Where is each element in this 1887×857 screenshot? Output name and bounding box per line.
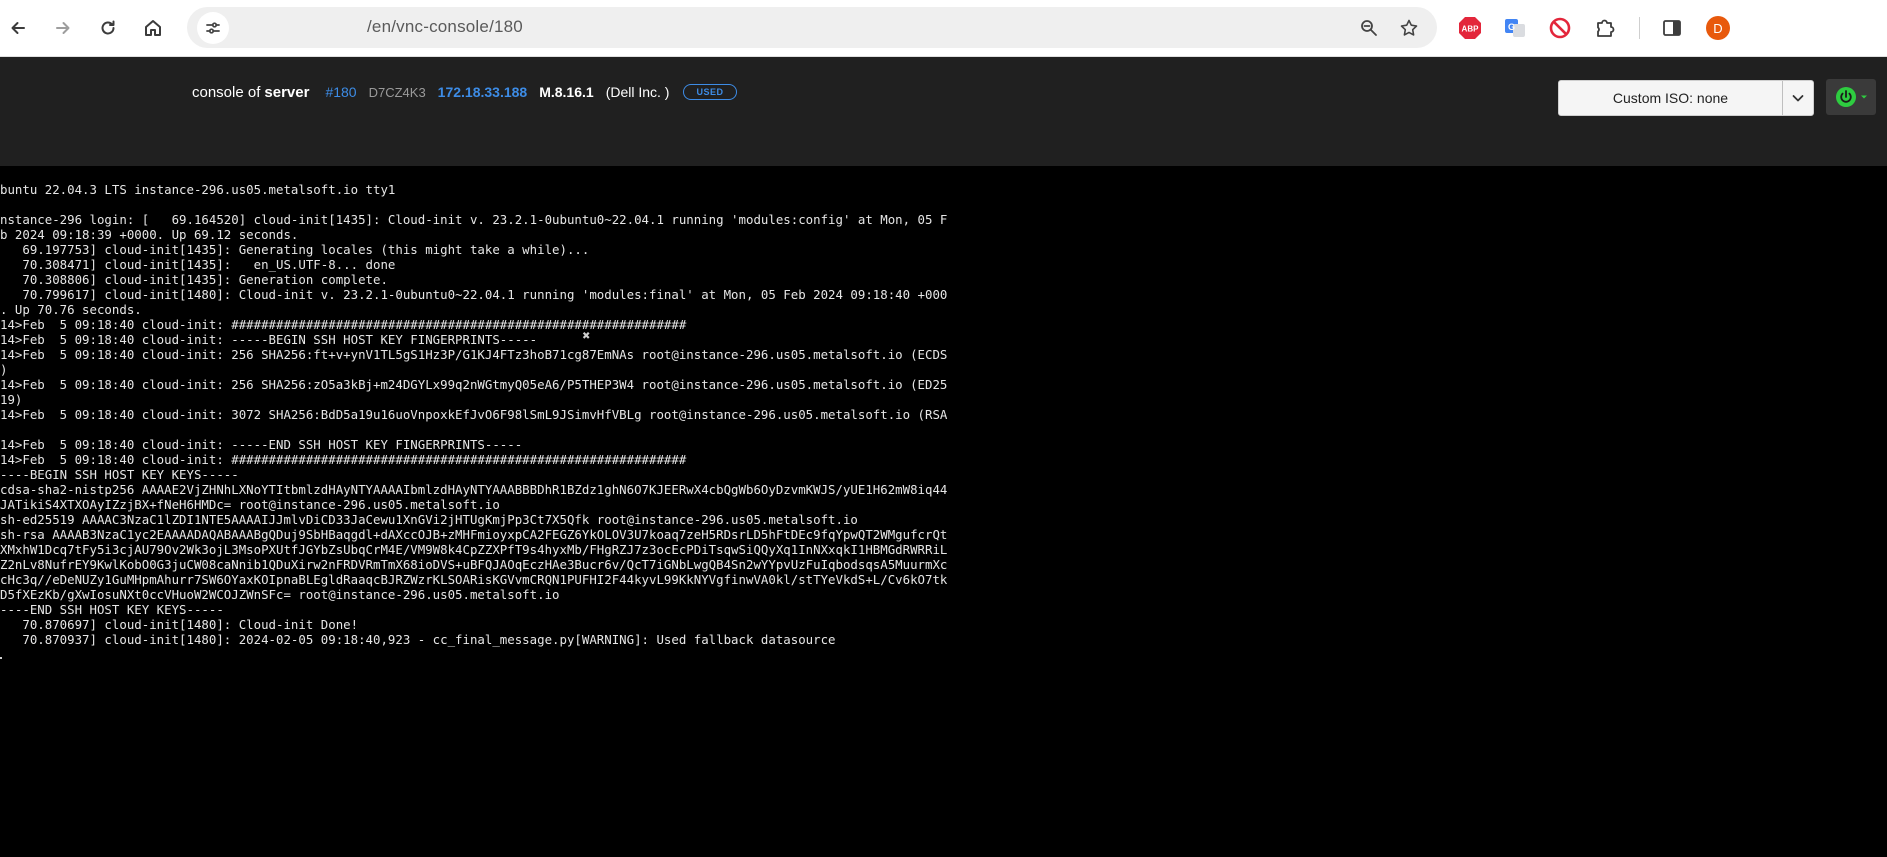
address-bar[interactable]: /en/vnc-console/180 xyxy=(187,7,1437,48)
terminal-line: 14>Feb 5 09:18:40 cloud-init: ##########… xyxy=(0,317,687,332)
adblock-label: ABP xyxy=(1462,25,1480,34)
terminal-line: sh-ed25519 AAAAC3NzaC1lZDI1NTE5AAAAIJJml… xyxy=(0,512,858,527)
terminal-line: 70.870697] cloud-init[1480]: Cloud-init … xyxy=(0,617,359,632)
blocker-extension[interactable] xyxy=(1544,12,1576,44)
firmware-version: M.8.16.1 xyxy=(539,84,594,100)
arrow-right-icon xyxy=(56,22,70,34)
server-id-link[interactable]: #180 xyxy=(325,84,356,100)
extensions-button[interactable] xyxy=(1589,12,1621,44)
profile-button[interactable]: D xyxy=(1702,12,1734,44)
abp-icon: ABP xyxy=(1459,17,1481,39)
star-icon xyxy=(1400,19,1418,36)
terminal-line: nstance-296 login: [ 69.164520] cloud-in… xyxy=(0,212,948,227)
terminal-line: b 2024 09:18:39 +0000. Up 69.12 seconds. xyxy=(0,227,299,242)
zoom-button[interactable] xyxy=(1353,12,1385,44)
side-panel-button[interactable] xyxy=(1656,12,1688,44)
reload-button[interactable] xyxy=(92,12,124,44)
avatar: D xyxy=(1706,16,1730,40)
custom-iso-select[interactable]: Custom ISO: none xyxy=(1558,80,1814,116)
reload-icon xyxy=(101,20,115,35)
terminal-line: 14>Feb 5 09:18:40 cloud-init: -----END S… xyxy=(0,437,523,452)
back-button[interactable] xyxy=(2,12,34,44)
tune-icon xyxy=(206,22,220,34)
forward-button[interactable] xyxy=(47,12,79,44)
server-vendor: (Dell Inc. ) xyxy=(605,84,670,100)
terminal-cursor xyxy=(0,657,2,659)
arrow-left-icon xyxy=(11,22,25,34)
terminal-line: XMxhW1Dcq7tFy5i3cjAU79Ov2Wk3ojL3MsoPXUtf… xyxy=(0,542,948,557)
terminal-line: buntu 22.04.3 LTS instance-296.us05.meta… xyxy=(0,182,396,197)
terminal-line: cHc3q//eDeNUZy1GuMHpmAhurr7SW6OYaxKOIpna… xyxy=(0,572,948,587)
terminal-line: Z2nLv8NufrEY9KwlKobO0G3juCW08caNnib1QDuX… xyxy=(0,557,948,572)
power-icon xyxy=(1835,87,1856,107)
terminal-line: ----END SSH HOST KEY KEYS----- xyxy=(0,602,224,617)
console-header: console of server #180 D7CZ4K3 172.18.33… xyxy=(0,57,1887,166)
home-icon xyxy=(145,20,161,36)
terminal-line: 14>Feb 5 09:18:40 cloud-init: -----BEGIN… xyxy=(0,332,538,347)
terminal-line: JATikiS4XTXOAyIZzjBX+fNeH6HMDc= root@ins… xyxy=(0,497,500,512)
terminal-line: sh-rsa AAAAB3NzaC1yc2EAAAADAQABAAABgQDuj… xyxy=(0,527,948,542)
home-button[interactable] xyxy=(137,12,169,44)
terminal-line: 14>Feb 5 09:18:40 cloud-init: ##########… xyxy=(0,452,687,467)
caret-down-icon xyxy=(1860,95,1867,99)
terminal-line: 70.308806] cloud-init[1435]: Generation … xyxy=(0,272,388,287)
svg-text:G: G xyxy=(1508,22,1515,32)
title-prefix: console of xyxy=(192,83,261,101)
terminal-line: cdsa-sha2-nistp256 AAAAE2VjZHNhLXNoYTItb… xyxy=(0,482,948,497)
power-button[interactable] xyxy=(1826,79,1876,115)
server-serial: D7CZ4K3 xyxy=(368,84,426,100)
bookmark-button[interactable] xyxy=(1393,12,1425,44)
console-title: console of server #180 D7CZ4K3 172.18.33… xyxy=(192,82,737,102)
chevron-down-icon xyxy=(1783,91,1813,105)
title-entity: server xyxy=(264,83,310,101)
terminal-line: 14>Feb 5 09:18:40 cloud-init: 256 SHA256… xyxy=(0,377,948,392)
browser-toolbar: /en/vnc-console/180 ABP G D xyxy=(0,0,1887,57)
terminal-line: D5fXEzKb/gXwIosuNXt0ccVHuoW2WCOJZWnSFc= … xyxy=(0,587,560,602)
adblock-extension[interactable]: ABP xyxy=(1454,12,1486,44)
terminal-line: 70.308471] cloud-init[1435]: en_US.UTF-8… xyxy=(0,257,396,272)
custom-iso-value: Custom ISO: none xyxy=(1612,90,1729,106)
vnc-console-screen[interactable]: buntu 22.04.3 LTS instance-296.us05.meta… xyxy=(0,182,952,662)
terminal-line: . Up 70.76 seconds. xyxy=(0,302,142,317)
terminal-line: 70.870937] cloud-init[1480]: 2024-02-05 … xyxy=(0,632,836,647)
translate-icon: G xyxy=(1505,19,1525,37)
terminal-line: 14>Feb 5 09:18:40 cloud-init: 3072 SHA25… xyxy=(0,407,948,422)
terminal-line: 14>Feb 5 09:18:40 cloud-init: 256 SHA256… xyxy=(0,347,948,362)
site-info-button[interactable] xyxy=(197,12,229,44)
terminal-line: ) xyxy=(0,362,8,377)
zoom-icon xyxy=(1361,20,1377,36)
terminal-line: 70.799617] cloud-init[1480]: Cloud-init … xyxy=(0,287,948,302)
toolbar-divider xyxy=(1639,17,1640,39)
terminal-line: 69.197753] cloud-init[1435]: Generating … xyxy=(0,242,590,257)
server-ip-link[interactable]: 172.18.33.188 xyxy=(438,84,528,100)
status-badge: USED xyxy=(683,84,737,100)
block-icon xyxy=(1549,17,1571,39)
terminal-line: ----BEGIN SSH HOST KEY KEYS----- xyxy=(0,467,239,482)
remote-pointer-icon: ✖ xyxy=(582,331,591,342)
translate-extension[interactable]: G xyxy=(1499,12,1531,44)
url-text[interactable]: /en/vnc-console/180 xyxy=(367,17,523,37)
side-panel-icon xyxy=(1663,20,1681,36)
puzzle-icon xyxy=(1597,19,1615,37)
terminal-line: 19) xyxy=(0,392,23,407)
